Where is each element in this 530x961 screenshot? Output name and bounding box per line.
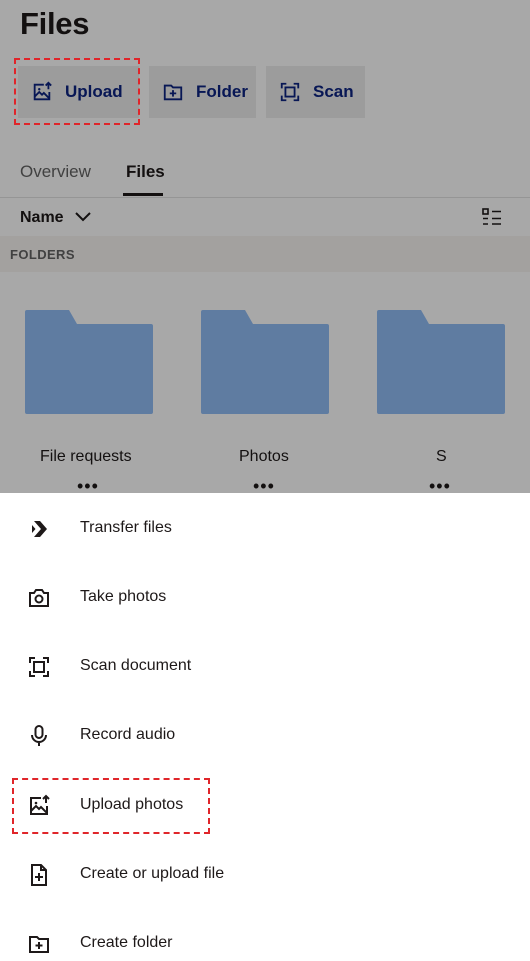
menu-item-create-upload-file[interactable]: Create or upload file [0,847,530,903]
menu-item-label: Transfer files [80,519,172,536]
menu-item-label: Record audio [80,726,176,743]
new-folder-icon [27,932,51,956]
menu-item-label: Create or upload file [80,865,225,882]
microphone-icon [27,724,51,748]
highlight-box [12,778,210,834]
menu-item-create-folder[interactable]: Create folder [0,916,530,961]
new-file-icon [27,863,51,887]
highlight-box [14,58,140,125]
transfer-icon [27,517,51,541]
scan-icon [27,655,51,679]
camera-icon [27,586,51,610]
menu-item-take-photos[interactable]: Take photos [0,570,530,626]
menu-item-scan-document[interactable]: Scan document [0,639,530,695]
menu-item-label: Scan document [80,657,192,674]
menu-item-transfer-files[interactable]: Transfer files [0,501,530,557]
menu-item-label: Take photos [80,588,167,605]
menu-item-record-audio[interactable]: Record audio [0,708,530,764]
add-menu-sheet: Transfer files Take photos Scan document… [0,493,530,961]
menu-item-label: Create folder [80,934,173,951]
